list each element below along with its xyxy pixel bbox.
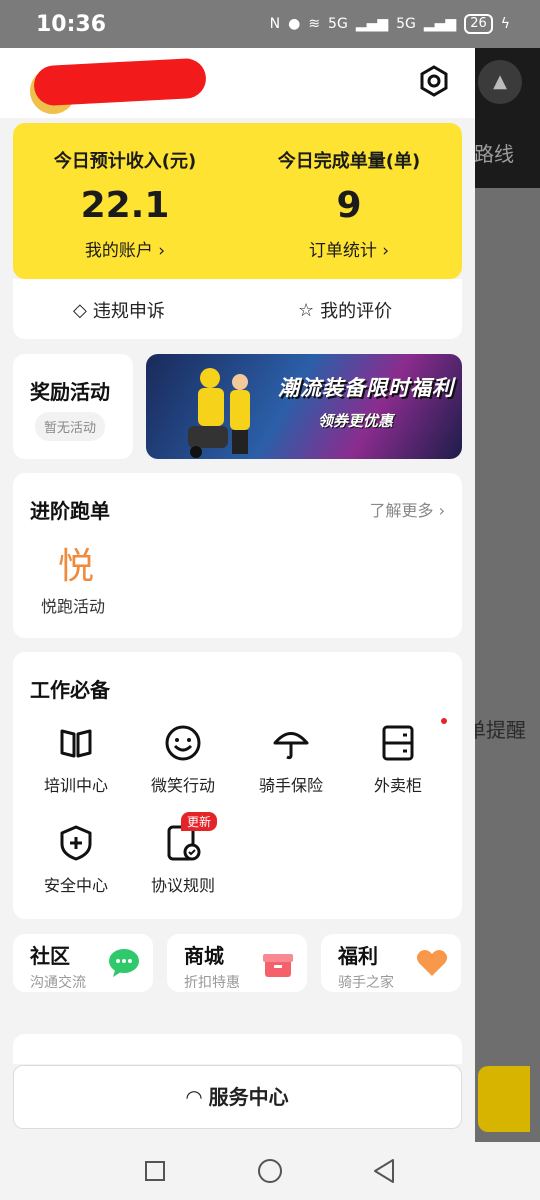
welfare-sub: 骑手之家 <box>338 975 394 991</box>
mall-card[interactable]: 商城 折扣特惠 <box>167 934 307 992</box>
income-value: 22.1 <box>80 185 170 226</box>
status-time: 10:36 <box>36 12 107 37</box>
violation-appeal-button[interactable]: ◇ 违规申诉 <box>73 297 165 323</box>
shield-icon <box>60 825 92 861</box>
income-card: 今日预计收入(元) 22.1 我的账户 › 今日完成单量(单) 9 订单统计 › <box>13 123 462 279</box>
appeal-card: ◇ 违规申诉 ☆ 我的评价 <box>13 279 462 339</box>
service-center-label: 服务中心 <box>208 1085 289 1109</box>
location-icon: ● <box>288 16 301 32</box>
tool-smile[interactable]: 微笑行动 <box>133 724 233 796</box>
appeal-icon: ◇ <box>73 299 87 321</box>
update-badge: 更新 <box>181 812 218 831</box>
signal-1-label: 5G <box>328 16 348 32</box>
tools-title: 工作必备 <box>30 678 110 702</box>
advanced-title: 进阶跑单 <box>30 499 110 523</box>
tool-label: 安全中心 <box>43 876 108 895</box>
battery-icon: 26 <box>464 14 493 34</box>
order-stats-link[interactable]: 订单统计 › <box>249 236 449 261</box>
orders-label: 今日完成单量(单) <box>277 151 421 172</box>
tool-locker[interactable]: 外卖柜 <box>348 724 448 796</box>
route-text: 路线 <box>474 142 514 166</box>
signal-icon: ▂▄▆ <box>355 16 389 32</box>
welfare-title: 福利 <box>338 944 378 968</box>
next-section-strip <box>13 1034 462 1064</box>
back-icon[interactable] <box>372 1158 396 1184</box>
tool-label: 骑手保险 <box>258 776 323 795</box>
remind-text: 单提醒 <box>466 718 526 742</box>
yue-run-label[interactable]: 悦跑活动 <box>41 593 105 617</box>
nfc-icon: N <box>269 16 281 32</box>
banner-subline: 领券更优惠 <box>318 412 394 430</box>
mall-sub: 折扣特惠 <box>184 975 240 991</box>
banner-headline: 潮流装备限时福利 <box>278 376 454 400</box>
locker-icon <box>382 725 414 761</box>
map-background <box>475 48 540 1142</box>
star-icon: ☆ <box>298 299 315 321</box>
settings-icon[interactable] <box>418 65 450 97</box>
service-center-button[interactable]: ◠ 服务中心 <box>13 1065 462 1129</box>
tool-label: 培训中心 <box>43 776 108 795</box>
reward-status: 暂无活动 <box>35 412 106 441</box>
tool-agreement[interactable]: 协议规则 <box>133 824 233 896</box>
work-tools-card: 工作必备 培训中心 微笑行动 骑手保险 外卖柜 安全中心 协议规则 更新 <box>13 652 462 919</box>
income-label: 今日预计收入(元) <box>53 151 197 172</box>
my-account-link[interactable]: 我的账户 › <box>25 236 225 261</box>
smile-icon <box>165 725 201 761</box>
system-nav-bar <box>0 1142 540 1200</box>
headset-icon: ◠ <box>186 1085 202 1109</box>
rider-illustration <box>188 368 250 458</box>
book-icon <box>60 729 92 758</box>
promo-banner[interactable]: 潮流装备限时福利 领券更优惠 <box>146 354 462 459</box>
tool-label: 外卖柜 <box>373 776 422 795</box>
orders-column: 今日完成单量(单) 9 订单统计 › <box>249 147 449 261</box>
background-action-button <box>478 1066 530 1132</box>
learn-more-link[interactable]: 了解更多 › <box>370 497 446 521</box>
tool-insurance[interactable]: 骑手保险 <box>241 724 341 796</box>
reward-card[interactable]: 奖励活动 暂无活动 <box>13 354 133 459</box>
community-title: 社区 <box>30 944 70 968</box>
tool-training[interactable]: 培训中心 <box>26 724 126 796</box>
tool-label: 微笑行动 <box>150 776 215 795</box>
reward-title: 奖励活动 <box>30 380 110 404</box>
home-icon[interactable] <box>257 1158 283 1184</box>
heart-icon <box>416 950 448 976</box>
wifi-icon: ≋ <box>308 16 321 32</box>
redacted-name <box>33 57 207 107</box>
orders-value: 9 <box>336 185 362 226</box>
tool-label: 协议规则 <box>150 876 215 895</box>
my-rating-button[interactable]: ☆ 我的评价 <box>298 297 392 323</box>
bell-icon: ▲ <box>478 60 522 104</box>
charging-icon: ϟ <box>500 16 510 32</box>
status-bar: 10:36 N ● ≋ 5G ▂▄▆ 5G ▂▄▆ 26 ϟ <box>0 0 540 48</box>
tool-safety[interactable]: 安全中心 <box>26 824 126 896</box>
income-column: 今日预计收入(元) 22.1 我的账户 › <box>25 147 225 261</box>
mall-title: 商城 <box>184 944 224 968</box>
violation-appeal-label: 违规申诉 <box>92 301 165 322</box>
advanced-run-card: 进阶跑单 了解更多 › 悦 悦跑活动 <box>13 473 462 638</box>
gift-icon <box>263 954 293 977</box>
signal-2-label: 5G <box>396 16 416 32</box>
drawer-header <box>0 48 475 118</box>
welfare-card[interactable]: 福利 骑手之家 <box>321 934 461 992</box>
side-drawer: 今日预计收入(元) 22.1 我的账户 › 今日完成单量(单) 9 订单统计 ›… <box>0 48 475 1142</box>
community-sub: 沟通交流 <box>30 975 86 991</box>
recents-icon[interactable] <box>144 1160 166 1182</box>
yue-icon[interactable]: 悦 <box>58 537 94 589</box>
my-rating-label: 我的评价 <box>320 301 393 322</box>
chat-icon <box>109 949 139 977</box>
umbrella-icon <box>273 732 309 760</box>
community-card[interactable]: 社区 沟通交流 <box>13 934 153 992</box>
status-icons: N ● ≋ 5G ▂▄▆ 5G ▂▄▆ 26 ϟ <box>270 14 510 34</box>
signal-icon: ▂▄▆ <box>423 16 457 32</box>
